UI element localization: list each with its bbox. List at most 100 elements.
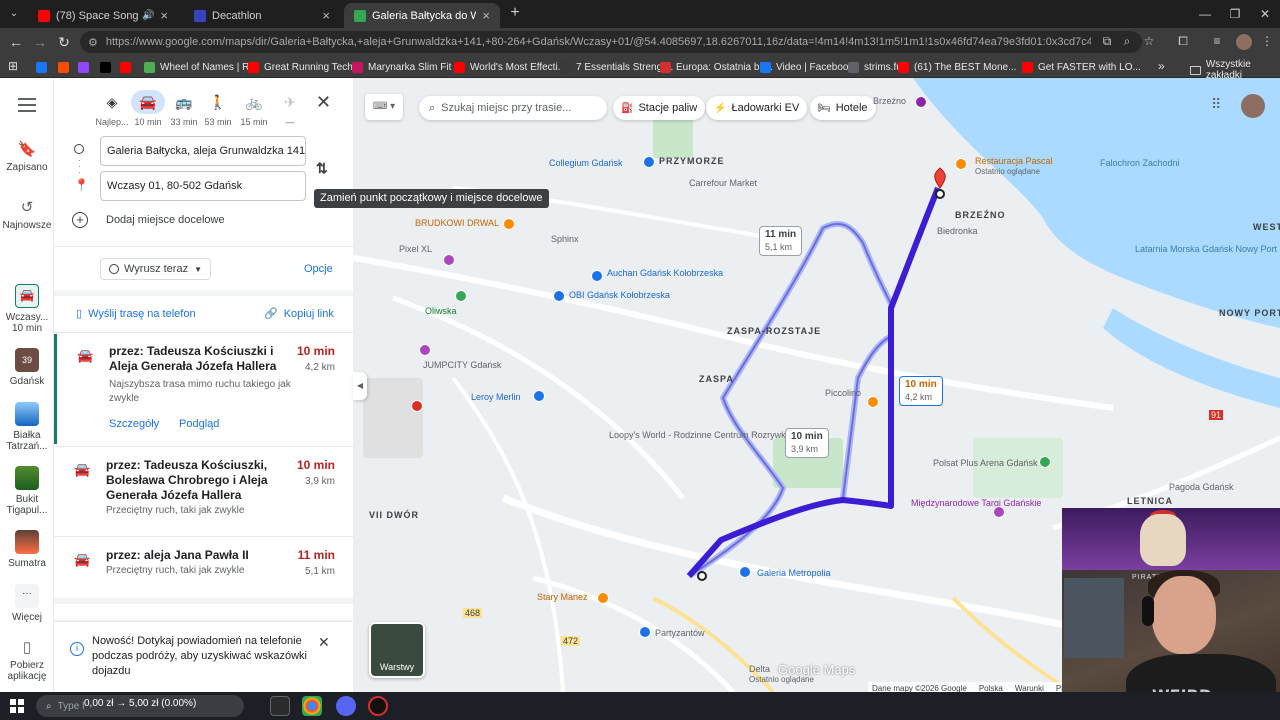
menu-icon[interactable] xyxy=(18,98,36,116)
reload-icon[interactable]: ↻ xyxy=(54,32,74,52)
restaurant-icon[interactable] xyxy=(503,218,515,230)
layers-button[interactable]: Warstwy xyxy=(369,622,425,678)
place-label[interactable]: Międzynarodowe Targi Gdańskie xyxy=(911,498,1041,508)
shop-icon[interactable] xyxy=(419,344,431,356)
route-option-2[interactable]: 🚘 przez: Tadeusza Kościuszki, Bolesława … xyxy=(54,448,353,534)
terms-link[interactable]: Warunki xyxy=(1015,684,1044,693)
travel-mode-bike[interactable]: 🚲 15 min xyxy=(234,90,274,128)
url-input[interactable]: ⚙ https://www.google.com/maps/dir/Galeri… xyxy=(80,31,1142,53)
poi-icon[interactable] xyxy=(915,96,927,108)
rail-active-trip[interactable]: 🚘 Wczasy... 10 min xyxy=(0,284,54,334)
place-label[interactable]: Biedronka xyxy=(937,226,978,236)
bookmark-item[interactable] xyxy=(58,59,74,75)
bookmark-item[interactable]: World's Most Effecti... xyxy=(454,59,566,75)
maximize-button[interactable]: ❐ xyxy=(1220,4,1250,24)
travel-mode-plane[interactable]: ✈ — xyxy=(270,90,310,128)
close-tab-icon[interactable]: × xyxy=(482,8,490,23)
route-label-alt-1[interactable]: 11 min 5,1 km xyxy=(759,226,803,256)
close-directions-icon[interactable]: ✕ xyxy=(316,92,331,113)
place-label[interactable]: Collegium Gdańsk xyxy=(549,158,623,168)
route-preview-button[interactable]: Podgląd xyxy=(179,418,219,430)
install-app-icon[interactable]: ⧉ xyxy=(1098,32,1116,50)
place-label[interactable]: Stary Maneż xyxy=(537,592,588,602)
restaurant-icon[interactable] xyxy=(867,396,879,408)
place-label[interactable]: Sphinx xyxy=(551,234,579,244)
chip-ev-chargers[interactable]: ⚡ Ładowarki EV xyxy=(706,96,808,120)
region-link[interactable]: Polska xyxy=(979,684,1003,693)
shop-icon[interactable] xyxy=(553,290,565,302)
shop-icon[interactable] xyxy=(443,254,455,266)
bookmark-item[interactable]: Europa: Ostatnia bit... xyxy=(660,59,773,75)
bookmark-item[interactable] xyxy=(100,59,116,75)
place-label[interactable]: JUMPCITY Gdańsk xyxy=(423,360,501,370)
shop-icon[interactable] xyxy=(533,390,545,402)
rail-more[interactable]: ··· Więcej xyxy=(0,584,54,623)
stadium-icon[interactable] xyxy=(1039,456,1051,468)
travel-mode-diamond-route[interactable]: ◈ Najlep... xyxy=(92,90,132,128)
route-option-1[interactable]: 🚘 przez: Tadeusza Kościuszki i Aleja Gen… xyxy=(54,334,353,444)
place-label[interactable]: Pixel XL xyxy=(399,244,432,254)
route-details-button[interactable]: Szczegóły xyxy=(109,418,159,430)
windows-start-icon[interactable] xyxy=(10,699,24,713)
site-info-icon[interactable]: ⚙ xyxy=(88,36,98,49)
rail-saved[interactable]: 🔖 Zapisano xyxy=(0,140,54,173)
restaurant-icon[interactable] xyxy=(597,592,609,604)
keyboard-icon[interactable]: ⌨ ▾ xyxy=(365,94,403,120)
place-label[interactable]: BRUDKOWI DRWAL xyxy=(415,218,499,228)
chip-gas-stations[interactable]: ⛽ Stacje paliw xyxy=(613,96,706,120)
tab-decathlon[interactable]: Decathlon × xyxy=(184,3,340,28)
profile-avatar[interactable] xyxy=(1236,34,1252,50)
place-label[interactable]: Polsat Plus Arena Gdańsk xyxy=(933,458,1038,468)
place-label[interactable]: Pagoda Gdańsk xyxy=(1169,482,1234,492)
forward-arrow-icon[interactable]: → xyxy=(30,32,50,52)
send-to-phone-link[interactable]: ▯ Wyślij trasę na telefon xyxy=(76,307,196,321)
rail-bukit[interactable]: Bukit Tigapul... xyxy=(0,466,54,516)
close-window-button[interactable]: ✕ xyxy=(1250,4,1280,24)
bookmark-item[interactable]: Get FASTER with LO... xyxy=(1022,59,1141,75)
shop-icon[interactable] xyxy=(739,566,751,578)
bookmark-item[interactable] xyxy=(120,59,136,75)
browser-menu-icon[interactable]: ⋮ xyxy=(1258,32,1276,50)
bookmark-star-icon[interactable]: ☆ xyxy=(1140,32,1158,50)
place-label[interactable]: Oliwska xyxy=(425,306,457,316)
more-bookmarks-icon[interactable]: » xyxy=(1158,59,1165,73)
chip-hotels[interactable]: 🛏 Hotele xyxy=(810,96,876,120)
close-notification-icon[interactable]: ✕ xyxy=(318,634,330,651)
restaurant-icon[interactable] xyxy=(955,158,967,170)
rail-get-app[interactable]: ▯ Pobierz aplikację xyxy=(0,638,54,682)
bookmark-item[interactable]: 7 Essentials Strengt... xyxy=(560,59,673,75)
back-arrow-icon[interactable]: ← xyxy=(6,32,26,52)
place-label[interactable]: Galeria Metropolia xyxy=(757,568,831,578)
shop-icon[interactable] xyxy=(591,270,603,282)
place-label[interactable]: OBI Gdańsk Kołobrzeska xyxy=(569,290,670,300)
bookmark-item[interactable]: Wheel of Names | R... xyxy=(144,59,258,75)
route-label-alt-2[interactable]: 10 min 3,9 km xyxy=(785,428,829,458)
extensions-icon[interactable]: ⧠ xyxy=(1174,32,1192,50)
place-label[interactable]: Piccolino xyxy=(825,388,861,398)
google-apps-icon[interactable]: ⠿ xyxy=(1211,96,1221,113)
swap-waypoints-icon[interactable]: ⇅ xyxy=(316,160,328,177)
place-label[interactable]: Latarnia Morska Gdańsk Nowy Port xyxy=(1135,244,1277,254)
speaker-icon[interactable]: 🔊 xyxy=(142,10,154,21)
bookmark-item[interactable] xyxy=(78,59,94,75)
transit-icon[interactable] xyxy=(639,626,651,638)
place-label[interactable]: Brzeźno xyxy=(873,96,906,106)
destination-input[interactable]: Wczasy 01, 80-502 Gdańsk xyxy=(100,171,306,201)
travel-mode-walk[interactable]: 🚶 53 min xyxy=(198,90,238,128)
bookmark-item[interactable]: Video | Facebook xyxy=(760,59,853,75)
poi-icon[interactable] xyxy=(643,156,655,168)
bookmark-item[interactable]: Marynarka Slim Fit -... xyxy=(352,59,466,75)
place-label[interactable]: Restauracja Pascal xyxy=(975,156,1053,166)
depart-now-dropdown[interactable]: Wyrusz teraz ▼ xyxy=(100,258,211,280)
close-tab-icon[interactable]: × xyxy=(322,8,330,23)
obs-app-icon[interactable] xyxy=(368,696,388,716)
route-label-selected[interactable]: 10 min 4,2 km xyxy=(899,376,943,406)
rail-sumatra[interactable]: Sumatra xyxy=(0,530,54,569)
origin-input[interactable]: Galeria Bałtycka, aleja Grunwaldzka 141, xyxy=(100,136,306,166)
terminal-app-icon[interactable] xyxy=(270,696,290,716)
tab-search-chevron-icon[interactable]: ⌄ xyxy=(4,4,24,24)
search-along-route-input[interactable]: ⌕ Szukaj miejsc przy trasie... xyxy=(419,96,607,120)
copy-link-button[interactable]: 🔗 Kopiuj link xyxy=(264,307,334,321)
place-label[interactable]: Partyzantów xyxy=(655,628,705,638)
minimize-button[interactable]: — xyxy=(1190,4,1220,24)
